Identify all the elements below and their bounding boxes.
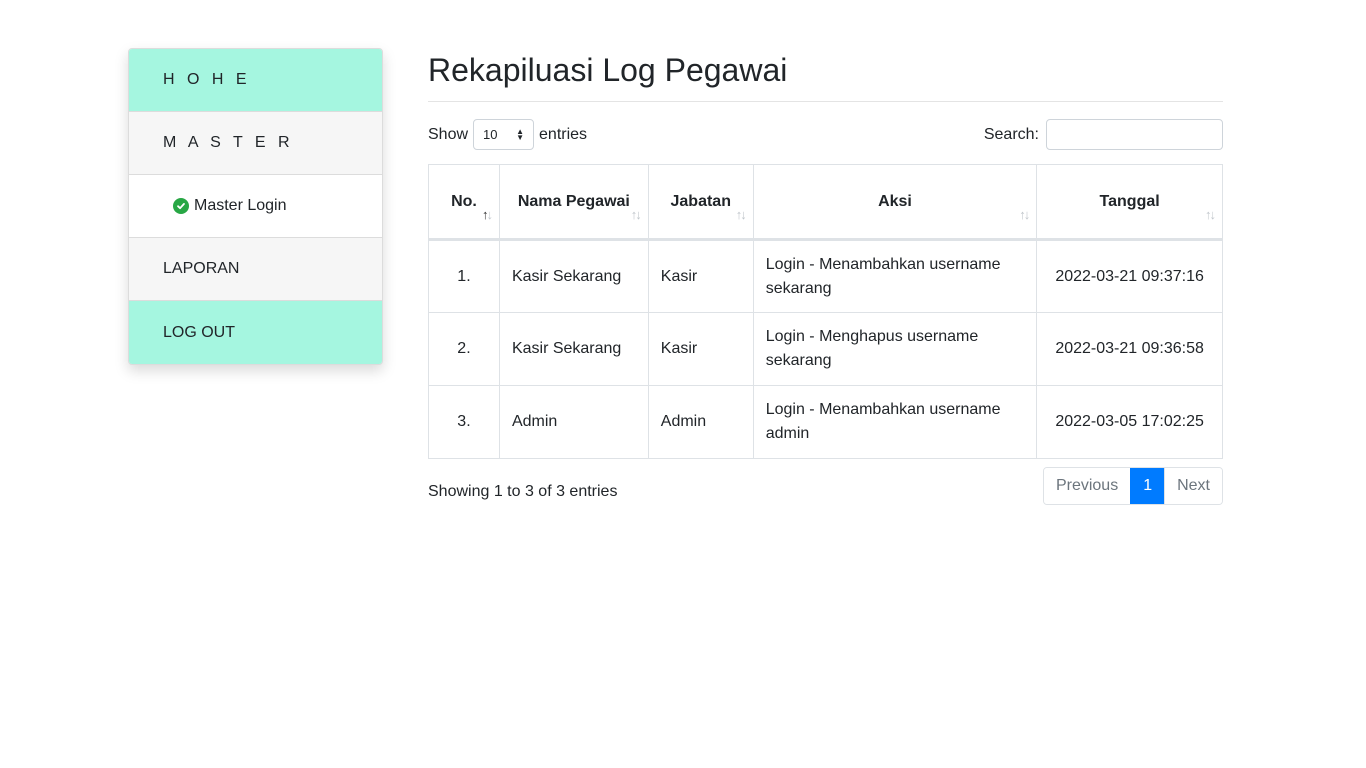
- table-info: Showing 1 to 3 of 3 entries: [428, 483, 618, 500]
- table-footer: Showing 1 to 3 of 3 entries Previous 1 N…: [428, 467, 1223, 517]
- sort-icon: ↑↓: [735, 207, 747, 222]
- entries-select-value: 10: [483, 127, 498, 142]
- pagination-next-button[interactable]: Next: [1164, 468, 1222, 504]
- select-arrows-icon: ▲ ▼: [516, 126, 525, 142]
- cell-jabatan: Kasir: [647, 239, 754, 313]
- entries-label: entries: [539, 125, 588, 143]
- cell-tanggal: 2022-03-05 17:02:25: [1036, 385, 1223, 459]
- sidebar-menu: H O H E M A S T E R Master Login LAPORAN…: [128, 48, 383, 365]
- cell-aksi: Login - Menambahkan username admin: [752, 385, 1038, 459]
- sidebar-item-laporan[interactable]: LAPORAN: [129, 238, 382, 301]
- sidebar-item-label: H O H E: [163, 71, 251, 88]
- cell-jabatan: Admin: [647, 385, 754, 459]
- main-content: Rekapiluasi Log Pegawai Show 10 ▲ ▼ entri…: [428, 48, 1223, 517]
- cell-aksi: Login - Menambahkan username sekarang: [752, 239, 1038, 313]
- cell-no: 3.: [428, 385, 500, 459]
- cell-nama: Admin: [498, 385, 649, 459]
- column-header-no[interactable]: No. ↑↓: [428, 164, 500, 241]
- sidebar-item-label: Master Login: [194, 197, 287, 214]
- sidebar-item-label: LAPORAN: [163, 260, 240, 277]
- search-input[interactable]: [1046, 119, 1223, 150]
- column-header-tanggal[interactable]: Tanggal ↑↓: [1036, 164, 1223, 241]
- cell-nama: Kasir Sekarang: [498, 312, 649, 386]
- table-row: 1. Kasir Sekarang Kasir Login - Menambah…: [428, 239, 1223, 313]
- sidebar-item-home[interactable]: H O H E: [129, 49, 382, 112]
- sort-icon: ↑↓: [630, 207, 642, 222]
- column-header-label: Jabatan: [670, 192, 731, 210]
- pagination-previous-button[interactable]: Previous: [1043, 468, 1131, 504]
- table-controls: Show 10 ▲ ▼ entries Search:: [428, 102, 1223, 164]
- show-label: Show: [428, 125, 469, 143]
- search-control: Search:: [984, 119, 1223, 150]
- sidebar-item-master-login[interactable]: Master Login: [129, 175, 382, 238]
- table-row: 3. Admin Admin Login - Menambahkan usern…: [428, 385, 1223, 459]
- table-row: 2. Kasir Sekarang Kasir Login - Menghapu…: [428, 312, 1223, 386]
- sidebar-item-master[interactable]: M A S T E R: [129, 112, 382, 175]
- sidebar-item-label: M A S T E R: [163, 134, 294, 151]
- sort-icon: ↑↓: [1205, 207, 1216, 222]
- entries-select[interactable]: 10 ▲ ▼: [473, 119, 535, 150]
- column-header-label: Aksi: [878, 192, 912, 210]
- pagination-page-1-button[interactable]: 1: [1130, 468, 1165, 504]
- cell-tanggal: 2022-03-21 09:36:58: [1036, 312, 1223, 386]
- column-header-jabatan[interactable]: Jabatan ↑↓: [647, 164, 754, 241]
- cell-jabatan: Kasir: [647, 312, 754, 386]
- cell-no: 1.: [428, 239, 500, 313]
- check-circle-icon: [173, 198, 189, 214]
- column-header-aksi[interactable]: Aksi ↑↓: [752, 164, 1038, 241]
- log-table: No. ↑↓ Nama Pegawai ↑↓ Jabatan ↑↓ Aksi ↑…: [428, 164, 1223, 459]
- cell-nama: Kasir Sekarang: [498, 239, 649, 313]
- sort-icon: ↑↓: [1019, 207, 1030, 222]
- column-header-nama-pegawai[interactable]: Nama Pegawai ↑↓: [498, 164, 649, 241]
- page-title: Rekapiluasi Log Pegawai: [428, 48, 1223, 102]
- search-label: Search:: [983, 125, 1039, 143]
- cell-aksi: Login - Menghapus username sekarang: [752, 312, 1038, 386]
- cell-no: 2.: [428, 312, 500, 386]
- column-header-label: Nama Pegawai: [517, 192, 630, 210]
- column-header-label: Tanggal: [1099, 192, 1160, 210]
- sidebar-item-label: LOG OUT: [163, 323, 236, 341]
- pagination: Previous 1 Next: [1042, 467, 1223, 505]
- entries-length-control: Show 10 ▲ ▼ entries: [428, 119, 587, 150]
- column-header-label: No.: [451, 192, 477, 210]
- cell-tanggal: 2022-03-21 09:37:16: [1036, 239, 1223, 313]
- sort-icon: ↑↓: [481, 207, 493, 222]
- sidebar-item-logout[interactable]: LOG OUT: [129, 301, 382, 364]
